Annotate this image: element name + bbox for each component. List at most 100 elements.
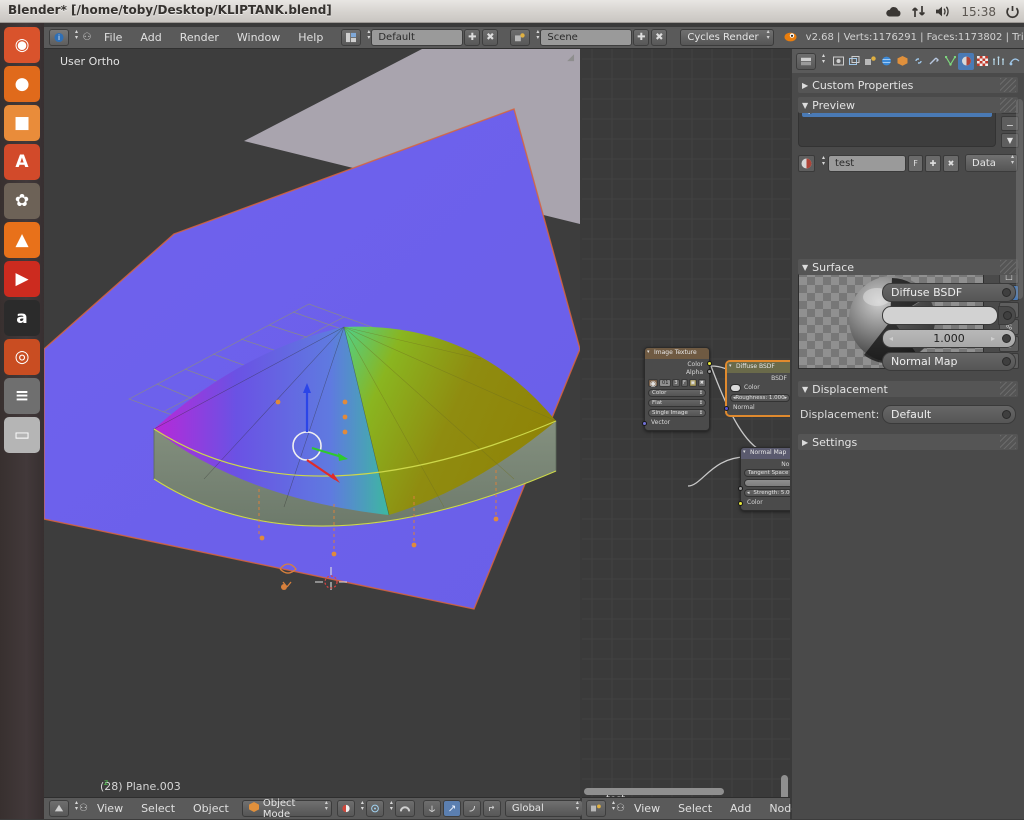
material-link-dropdown[interactable]: Data <box>965 154 1018 172</box>
viewport-menu-select[interactable]: Select <box>132 798 184 820</box>
node-editor-icon[interactable] <box>586 800 606 817</box>
normal-map-strength-slider[interactable]: Strength: 5.000 <box>744 489 790 497</box>
material-browse-spinner[interactable] <box>817 155 826 172</box>
properties-editor-type-spinner[interactable] <box>817 53 826 70</box>
image-projection-dropdown[interactable]: Flat <box>648 399 706 407</box>
scene-add-button[interactable]: ✚ <box>633 29 650 46</box>
tab-material[interactable] <box>958 52 974 70</box>
volume-icon[interactable] <box>935 5 952 18</box>
socket-vector-in[interactable] <box>642 421 647 426</box>
node-menu-select[interactable]: Select <box>669 798 721 820</box>
diffuse-roughness-slider[interactable]: Roughness: 1.000 <box>730 394 790 402</box>
3d-view-editor-icon[interactable] <box>49 800 69 817</box>
launcher-scanner-icon[interactable]: ≡ <box>4 378 40 414</box>
cloud-icon[interactable] <box>885 6 902 18</box>
clock[interactable]: 15:38 <box>961 5 996 19</box>
new-material-button[interactable]: ✚ <box>925 154 941 172</box>
launcher-firefox-icon[interactable]: ● <box>4 66 40 102</box>
screen-delete-button[interactable]: ✖ <box>482 29 499 46</box>
tab-physics[interactable] <box>1006 53 1022 70</box>
unlink-material-button[interactable]: ✖ <box>943 154 959 172</box>
panel-displacement[interactable]: ▼ Displacement <box>798 381 1018 397</box>
manipulator-extra-icon[interactable] <box>482 800 501 817</box>
power-icon[interactable] <box>1005 5 1020 19</box>
tab-modifiers[interactable] <box>926 53 942 70</box>
tab-object[interactable] <box>894 53 910 70</box>
node-link-dot-roughness[interactable] <box>1002 334 1011 343</box>
menu-file[interactable]: File <box>95 27 131 49</box>
translate-manipulator-icon[interactable] <box>422 800 441 817</box>
viewport-menu-view[interactable]: View <box>88 798 132 820</box>
normal-map-uv-field[interactable] <box>744 479 790 487</box>
launcher-trash-icon[interactable]: ▭ <box>4 417 40 453</box>
screen-layout-icon[interactable] <box>341 29 362 46</box>
pivot-median-icon[interactable] <box>365 800 384 817</box>
displacement-dropdown[interactable]: Default <box>882 405 1016 424</box>
socket-strength-in[interactable] <box>738 486 743 491</box>
3d-viewport[interactable]: ◢ <box>44 49 580 797</box>
tab-object-data[interactable] <box>942 53 958 70</box>
socket-colorin-normalmap[interactable] <box>738 501 743 506</box>
image-source-dropdown[interactable]: Single Image <box>648 409 706 417</box>
surface-roughness-slider[interactable]: 1.000 <box>882 329 1016 348</box>
fake-user-button-material[interactable]: F <box>908 154 923 172</box>
tab-world[interactable] <box>878 53 894 70</box>
viewport-shading-icon[interactable] <box>336 800 355 817</box>
collapse-menu-icon-node[interactable]: ⚇ <box>616 803 625 814</box>
node-menu-view[interactable]: View <box>625 798 669 820</box>
image-name-field[interactable]: 01 <box>659 379 672 387</box>
tab-particles[interactable] <box>990 53 1006 70</box>
node-editor-hscrollbar[interactable] <box>584 788 724 795</box>
image-users-count[interactable]: 3 <box>672 379 680 387</box>
node-link-dot-displacement[interactable] <box>1002 410 1011 419</box>
viewport-corner-widget[interactable]: ◢ <box>567 53 574 63</box>
screen-layout-spinner[interactable] <box>362 29 371 46</box>
menu-add[interactable]: Add <box>131 27 170 49</box>
tab-render[interactable] <box>830 53 846 70</box>
tab-texture[interactable] <box>974 53 990 70</box>
interaction-mode-dropdown[interactable]: Object Mode <box>241 798 332 820</box>
node-menu-add[interactable]: Add <box>721 798 760 820</box>
network-updown-icon[interactable] <box>911 5 926 18</box>
info-editor-icon[interactable]: i <box>49 29 69 46</box>
launcher-photos-icon[interactable]: ◎ <box>4 339 40 375</box>
diffuse-bsdf-node[interactable]: Diffuse BSDF BSDF Color Roughness: 1.000… <box>724 361 790 416</box>
launcher-ubuntu-dash-icon[interactable]: ◉ <box>4 27 40 63</box>
panel-settings[interactable]: ▶ Settings <box>798 434 1018 450</box>
image-browse-icon[interactable]: ◉ <box>648 379 659 388</box>
menu-window[interactable]: Window <box>228 27 289 49</box>
properties-editor-icon[interactable] <box>796 52 816 70</box>
collapse-menu-icon-viewport[interactable]: ⚇ <box>79 803 88 814</box>
panel-preview[interactable]: ▼ Preview <box>798 97 1018 113</box>
tab-constraints[interactable] <box>910 53 926 70</box>
scene-field[interactable]: Scene <box>540 29 633 46</box>
surface-color-swatch-wrap[interactable] <box>882 306 1016 325</box>
panel-surface[interactable]: ▼ Surface <box>798 259 1018 275</box>
menu-help[interactable]: Help <box>289 27 332 49</box>
scene-icon[interactable] <box>510 29 531 46</box>
launcher-fonts-a-icon[interactable]: A <box>4 144 40 180</box>
launcher-vlc-icon[interactable]: ▲ <box>4 222 40 258</box>
socket-normal-in[interactable] <box>724 406 729 411</box>
panel-custom-properties[interactable]: ▶ Custom Properties <box>798 77 1018 93</box>
launcher-youtube-icon[interactable]: ▶ <box>4 261 40 297</box>
diffuse-color-swatch[interactable] <box>730 384 741 392</box>
surface-shader-dropdown[interactable]: Diffuse BSDF <box>882 283 1016 302</box>
tab-scene[interactable] <box>862 53 878 70</box>
editor-type-spinner[interactable] <box>70 29 79 46</box>
normal-map-node[interactable]: Normal Map Normal Tangent Space Strength… <box>738 447 790 511</box>
socket-alpha-out[interactable] <box>707 369 712 374</box>
editor-type-spinner-footer[interactable] <box>70 800 79 817</box>
material-browse-icon[interactable] <box>798 154 815 172</box>
render-engine-dropdown[interactable]: Cycles Render <box>680 29 774 46</box>
node-editor[interactable]: Image Texture Color Alpha ◉ 01 3 F ▣ ✖ C… <box>582 49 790 797</box>
node-editor-vscrollbar[interactable] <box>781 775 788 797</box>
screen-layout-field[interactable]: Default <box>371 29 464 46</box>
launcher-amazon-icon[interactable]: a <box>4 300 40 336</box>
scene-spinner[interactable] <box>531 29 540 46</box>
image-colorspace-dropdown[interactable]: Color <box>648 389 706 397</box>
screen-add-button[interactable]: ✚ <box>464 29 481 46</box>
node-editor-type-spinner[interactable] <box>607 800 616 817</box>
node-link-dot-surface[interactable] <box>1002 288 1011 297</box>
surface-normal-dropdown[interactable]: Normal Map <box>882 352 1016 371</box>
